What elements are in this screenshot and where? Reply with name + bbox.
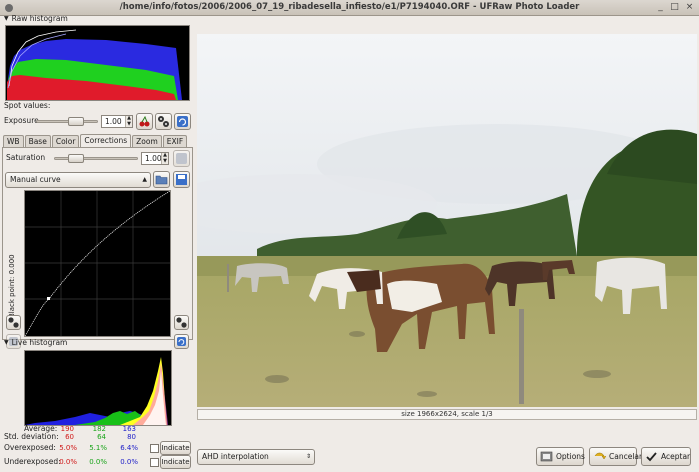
- folder-icon: [155, 175, 168, 185]
- cancel-arrow-icon: [594, 452, 606, 460]
- live-histogram-plot: [25, 357, 168, 425]
- curve-reset-button[interactable]: [174, 334, 189, 349]
- raw-histogram-expander[interactable]: ▼ Raw histogram: [4, 14, 68, 24]
- close-icon[interactable]: ×: [684, 2, 695, 13]
- refresh-icon: [176, 153, 187, 164]
- interpolation-select[interactable]: AHD interpolation ⇕: [197, 449, 315, 465]
- exposure-slider[interactable]: [36, 117, 98, 126]
- settings-tabs: WB Base Color Corrections Zoom EXIF: [3, 134, 188, 148]
- photo-preview-image: [197, 34, 697, 407]
- under-green: 0.0%: [89, 458, 107, 466]
- exposure-refresh-button[interactable]: [174, 113, 191, 130]
- curve-auto-button[interactable]: [174, 315, 189, 330]
- gears-icon: [158, 116, 169, 127]
- options-button[interactable]: Options: [536, 447, 585, 466]
- under-red: 0.0%: [59, 458, 77, 466]
- cancel-button[interactable]: Cancelar: [589, 447, 642, 466]
- exposure-reset-button[interactable]: [155, 113, 172, 130]
- raw-histogram-plot: [7, 29, 182, 100]
- auto-exposure-button[interactable]: [136, 113, 153, 130]
- gears-icon: [8, 317, 19, 328]
- curve-editor[interactable]: [24, 190, 171, 337]
- over-green: 5.1%: [89, 444, 107, 452]
- exposure-slider-thumb[interactable]: [68, 117, 84, 126]
- expander-arrow-icon: ▼: [4, 15, 9, 22]
- black-point-label-area: Black point: 0.000: [6, 250, 18, 320]
- window-title: /home/info/fotos/2006/2006_07_19_ribades…: [119, 2, 580, 12]
- std-red: 60: [65, 433, 74, 441]
- expander-arrow-icon: ▼: [4, 339, 9, 346]
- cherries-icon: [139, 115, 150, 127]
- underexposed-indicate-button[interactable]: Indicate: [160, 455, 191, 469]
- dropdown-arrow-icon: ▲: [142, 176, 147, 183]
- spot-values-label: Spot values:: [4, 101, 51, 110]
- black-point-auto-button[interactable]: [6, 315, 21, 330]
- open-curve-button[interactable]: [153, 171, 170, 188]
- exposure-spinbox[interactable]: 1.00 ▲ ▼: [101, 115, 133, 128]
- refresh-icon: [177, 116, 188, 127]
- minimize-icon[interactable]: _: [655, 2, 666, 13]
- control-panel: ▼ Raw histogram Spot values: Exposure 1.0…: [0, 14, 195, 472]
- exposure-slider-track: [36, 120, 98, 123]
- black-point-label: Black point: 0.000: [8, 254, 16, 318]
- save-curve-button[interactable]: [173, 171, 190, 188]
- under-blue: 0.0%: [120, 458, 138, 466]
- photo-preview[interactable]: [197, 34, 697, 407]
- saturation-slider[interactable]: [54, 154, 138, 163]
- preview-size-status: size 1966x2624, scale 1/3: [197, 409, 697, 420]
- saturation-reset-button[interactable]: [173, 150, 190, 167]
- saturation-slider-thumb[interactable]: [68, 154, 84, 163]
- live-histogram: [24, 350, 172, 426]
- accept-button[interactable]: Aceptar: [641, 447, 691, 466]
- title-bar: /home/info/fotos/2006/2006_07_19_ribades…: [0, 0, 699, 16]
- dropdown-arrow-icon: ⇕: [305, 453, 311, 460]
- curve-select[interactable]: Manual curve ▲: [5, 172, 151, 188]
- raw-histogram: [5, 25, 190, 101]
- options-icon: [540, 451, 553, 462]
- std-blue: 80: [127, 433, 136, 441]
- checkmark-icon: [646, 452, 657, 462]
- underexposed-indicate-checkbox[interactable]: [150, 458, 159, 467]
- overexposed-indicate-button[interactable]: Indicate: [160, 441, 191, 455]
- gears-icon: [176, 317, 187, 328]
- spin-arrows-icon[interactable]: ▲ ▼: [125, 115, 132, 127]
- over-blue: 6.4%: [120, 444, 138, 452]
- maximize-icon[interactable]: □: [669, 2, 680, 13]
- save-icon: [176, 174, 187, 185]
- saturation-slider-track: [54, 157, 138, 160]
- overexposed-indicate-checkbox[interactable]: [150, 444, 159, 453]
- spin-arrows-icon[interactable]: ▲ ▼: [161, 152, 168, 164]
- tab-corrections[interactable]: Corrections: [80, 134, 132, 148]
- curve-plot: [24, 190, 171, 337]
- over-red: 5.0%: [59, 444, 77, 452]
- saturation-spinbox[interactable]: 1.00 ▲ ▼: [141, 152, 169, 165]
- preview-top-margin: [197, 18, 697, 33]
- saturation-label: Saturation: [6, 153, 46, 162]
- live-histogram-expander[interactable]: ▼ Live histogram: [4, 338, 67, 348]
- exposure-label: Exposure: [4, 116, 39, 125]
- std-green: 64: [97, 433, 106, 441]
- refresh-icon: [177, 337, 186, 346]
